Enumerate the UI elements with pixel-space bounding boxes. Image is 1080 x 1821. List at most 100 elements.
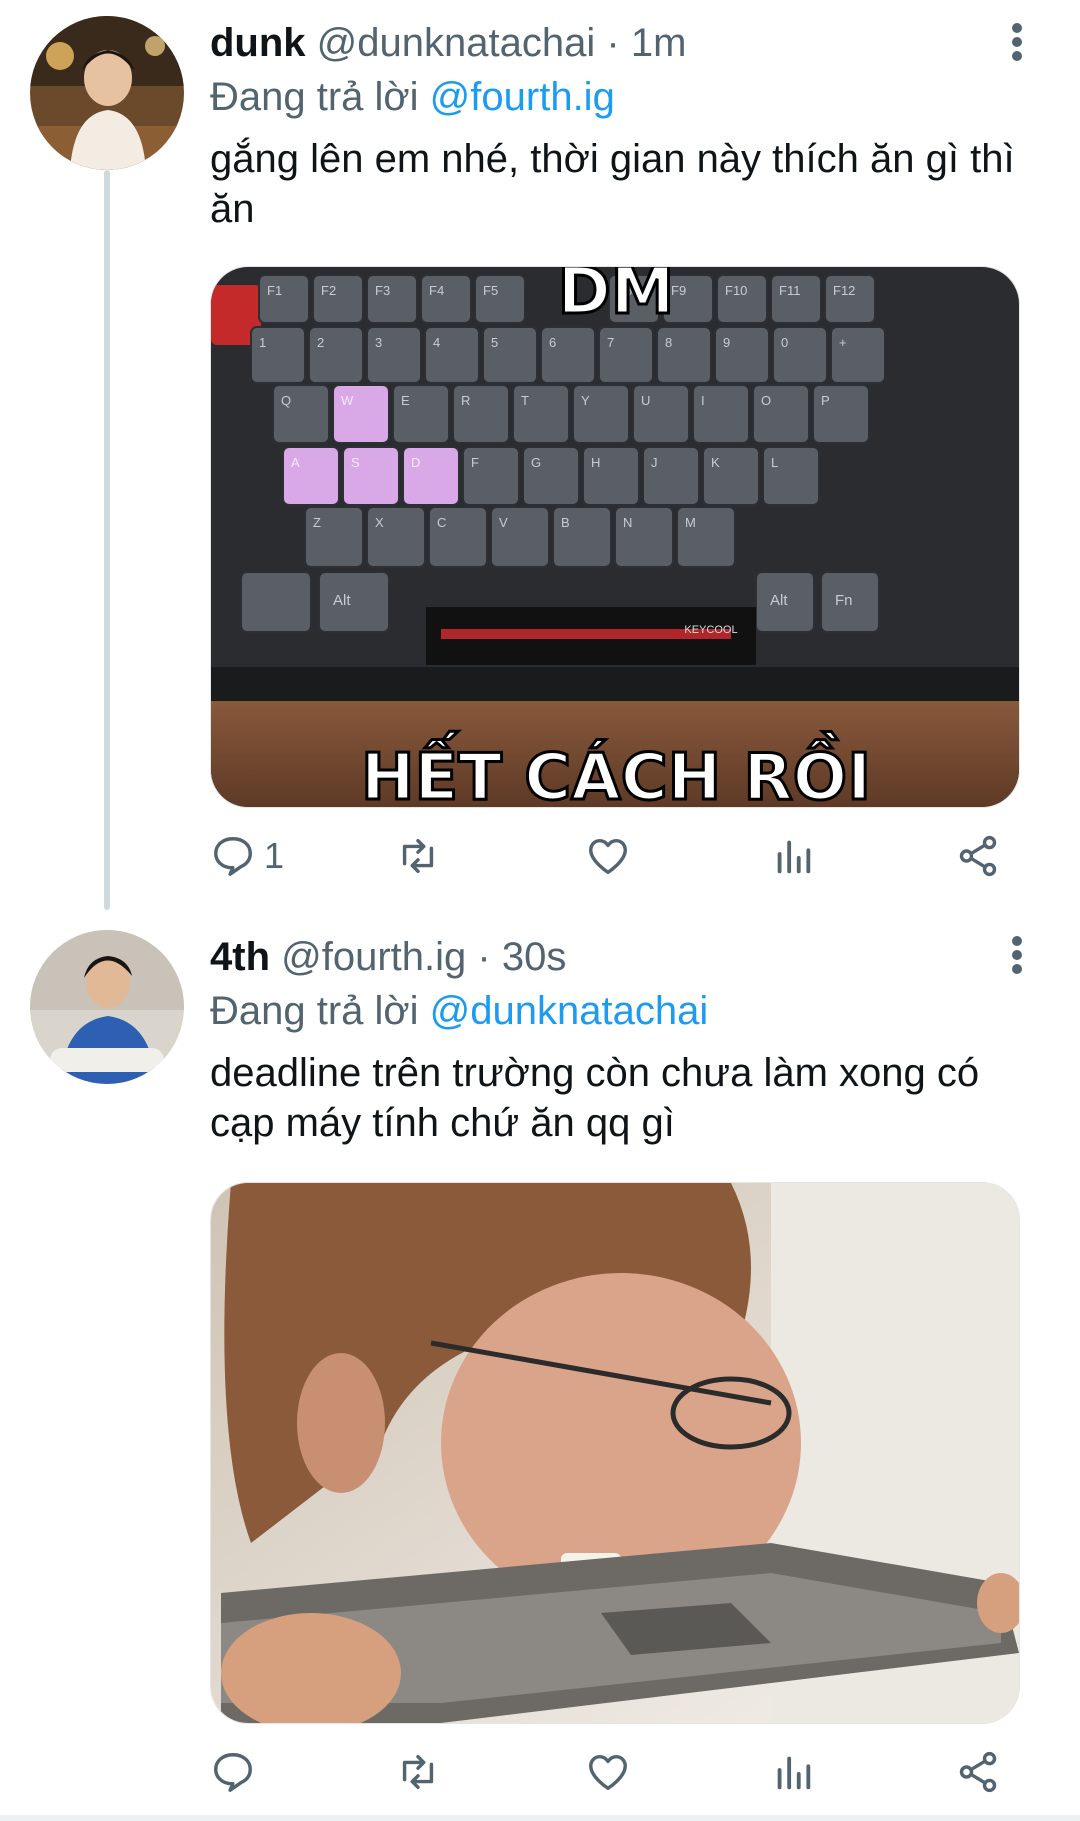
keycap-label: F10 bbox=[725, 283, 747, 298]
keycap-label: S bbox=[351, 455, 360, 470]
retweet-button[interactable] bbox=[395, 826, 449, 886]
thread-line bbox=[104, 170, 110, 910]
keycap-label: R bbox=[461, 393, 470, 408]
display-name[interactable]: 4th bbox=[210, 935, 270, 979]
replying-to: Đang trả lời @dunknatachai bbox=[210, 984, 1040, 1038]
keycap bbox=[240, 571, 312, 633]
share-icon bbox=[959, 1751, 997, 1793]
keyboard-brand: KEYCOOL bbox=[684, 624, 737, 636]
keycap-label: 7 bbox=[607, 335, 614, 350]
reply-button[interactable]: 1 bbox=[210, 826, 284, 886]
keycap-label: K bbox=[711, 455, 720, 470]
keycap-label: 2 bbox=[317, 335, 324, 350]
timestamp[interactable]: 30s bbox=[502, 935, 567, 979]
keycap-label: Z bbox=[313, 515, 321, 530]
keycap-label: F4 bbox=[429, 283, 444, 298]
keycap-label: U bbox=[641, 393, 650, 408]
user-handle[interactable]: @fourth.ig bbox=[281, 935, 466, 979]
retweet-icon bbox=[402, 1754, 434, 1790]
retweet-button[interactable] bbox=[395, 1742, 449, 1802]
tweet-text: gắng lên em nhé, thời gian này thích ăn … bbox=[210, 137, 1015, 231]
keycap-label: B bbox=[561, 515, 570, 530]
stats-icon bbox=[777, 1756, 811, 1790]
tweet-image-laptop-bite-meme[interactable] bbox=[210, 1182, 1020, 1724]
keycap-label: N bbox=[623, 515, 632, 530]
heart-icon bbox=[589, 1754, 627, 1791]
keycap-label: D bbox=[411, 455, 420, 470]
display-name[interactable]: dunk bbox=[210, 21, 306, 65]
share-button[interactable] bbox=[955, 1742, 1001, 1802]
keycap-label: M bbox=[685, 515, 696, 530]
tweet-header: dunk @dunknatachai · 1m bbox=[210, 16, 1040, 70]
tweet[interactable]: dunk @dunknatachai · 1m Đang trả lời @fo… bbox=[0, 0, 1080, 910]
like-button[interactable] bbox=[585, 826, 639, 886]
keycap-label: A bbox=[291, 455, 300, 470]
meme-caption-bottom: HẾT CÁCH RỒI bbox=[361, 731, 871, 807]
tweet-actions bbox=[210, 1742, 1010, 1802]
keycap-label: 4 bbox=[433, 335, 440, 350]
separator-dot: · bbox=[477, 935, 491, 979]
analytics-button[interactable] bbox=[770, 1742, 816, 1802]
reply-prefix: Đang trả lời bbox=[210, 989, 419, 1033]
reply-icon bbox=[214, 837, 252, 876]
replying-to: Đang trả lời @fourth.ig bbox=[210, 70, 1040, 124]
keycap-label: O bbox=[761, 393, 771, 408]
tweet-header: 4th @fourth.ig · 30s bbox=[210, 930, 1040, 984]
keycap-label: C bbox=[437, 515, 446, 530]
keycap-label: + bbox=[839, 335, 847, 350]
reply-prefix: Đang trả lời bbox=[210, 75, 419, 119]
keycap-label: 5 bbox=[491, 335, 498, 350]
keycap-label: 0 bbox=[781, 335, 788, 350]
keycap-label: T bbox=[521, 393, 529, 408]
tweet[interactable]: 4th @fourth.ig · 30s Đang trả lời @dunkn… bbox=[0, 910, 1080, 1821]
keycap-label: F1 bbox=[267, 283, 282, 298]
keycap-label: X bbox=[375, 515, 384, 530]
keycap-label: F bbox=[471, 455, 479, 470]
tweet-image-keyboard-meme[interactable]: F1 F2 F3 F4 F5 F8 F9 F10 F11 F12 1 2 3 4 5 6 7 8 9 0 + Q W E R T Y… bbox=[210, 266, 1020, 808]
user-handle[interactable]: @dunknatachai bbox=[317, 21, 596, 65]
reply-to-link[interactable]: @fourth.ig bbox=[430, 75, 615, 119]
reply-count: 1 bbox=[264, 835, 285, 876]
bottom-divider bbox=[0, 1815, 1080, 1821]
keycap-label: 3 bbox=[375, 335, 382, 350]
keycap-label: F5 bbox=[483, 283, 498, 298]
reply-to-link[interactable]: @dunknatachai bbox=[430, 989, 709, 1033]
keycap-label: L bbox=[771, 455, 778, 470]
keycap-label: Alt bbox=[770, 592, 788, 609]
share-button[interactable] bbox=[955, 826, 1001, 886]
reply-button[interactable] bbox=[210, 1742, 264, 1802]
keycap-label: F11 bbox=[779, 283, 800, 298]
keycap-label: F2 bbox=[321, 283, 336, 298]
keycap-label: Alt bbox=[333, 592, 351, 609]
meme-caption-top: DM bbox=[558, 267, 675, 329]
keycap bbox=[318, 571, 390, 633]
heart-icon bbox=[589, 838, 627, 875]
keycap-label: V bbox=[499, 515, 508, 530]
reply-icon bbox=[214, 1753, 252, 1792]
keycap-label: Fn bbox=[835, 592, 853, 609]
share-icon bbox=[959, 835, 997, 877]
avatar[interactable] bbox=[30, 930, 184, 1084]
keycap-label: 8 bbox=[665, 335, 672, 350]
keycap-label: Y bbox=[581, 393, 590, 408]
keycap-label: I bbox=[701, 393, 705, 408]
keycap-label: Q bbox=[281, 393, 291, 408]
keycap-label: P bbox=[821, 393, 830, 408]
timestamp[interactable]: 1m bbox=[631, 21, 687, 65]
separator-dot: · bbox=[606, 21, 620, 65]
stats-icon bbox=[777, 840, 811, 874]
keycap-label: G bbox=[531, 455, 541, 470]
tweet-text: deadline trên trường còn chưa làm xong c… bbox=[210, 1051, 980, 1145]
retweet-icon bbox=[402, 838, 434, 874]
analytics-button[interactable] bbox=[770, 826, 816, 886]
tweet-actions: 1 bbox=[210, 826, 1010, 886]
avatar[interactable] bbox=[30, 16, 184, 170]
like-button[interactable] bbox=[585, 1742, 639, 1802]
keycap-label: W bbox=[341, 393, 354, 408]
keycap-label: E bbox=[401, 393, 410, 408]
keycap-label: F3 bbox=[375, 283, 390, 298]
keycap-label: F12 bbox=[833, 283, 855, 298]
keycap-label: J bbox=[651, 455, 658, 470]
keycap-label: 6 bbox=[549, 335, 556, 350]
keycap-label: 1 bbox=[259, 335, 266, 350]
